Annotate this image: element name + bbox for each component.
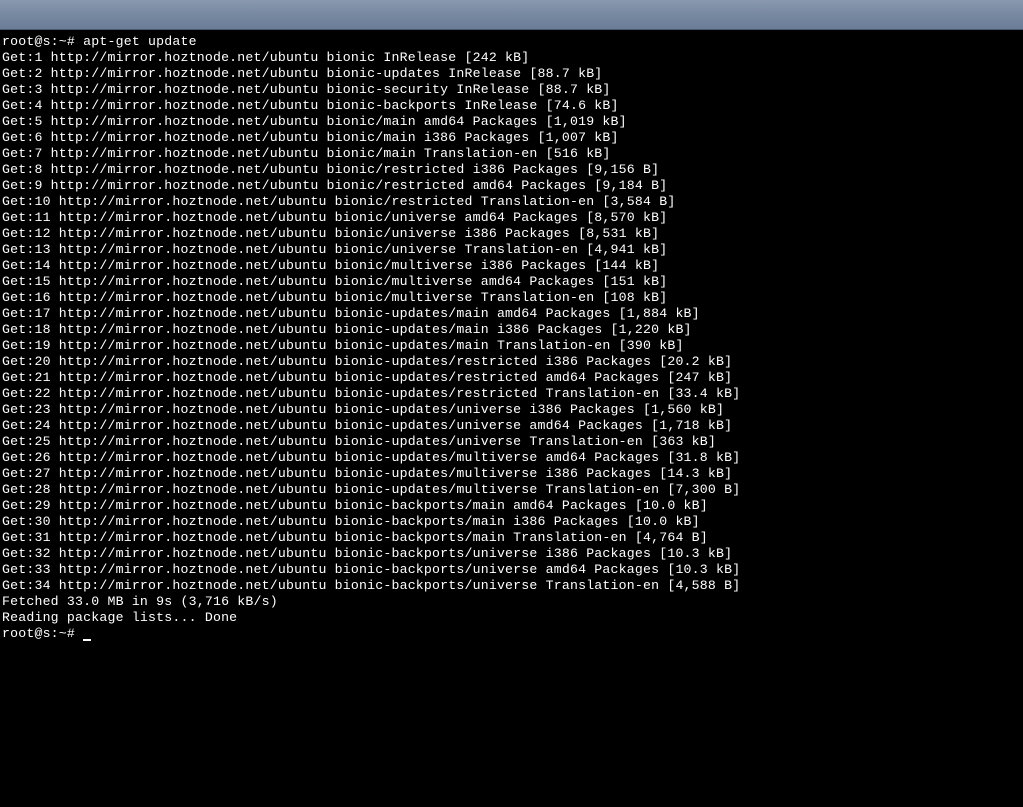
- terminal-output-line: Get:1 http://mirror.hoztnode.net/ubuntu …: [2, 50, 1021, 66]
- terminal-output-line: Get:34 http://mirror.hoztnode.net/ubuntu…: [2, 578, 1021, 594]
- terminal-output-line: Get:24 http://mirror.hoztnode.net/ubuntu…: [2, 418, 1021, 434]
- terminal-output-line: Get:32 http://mirror.hoztnode.net/ubuntu…: [2, 546, 1021, 562]
- terminal-output-line: Get:13 http://mirror.hoztnode.net/ubuntu…: [2, 242, 1021, 258]
- terminal-output-line: Get:14 http://mirror.hoztnode.net/ubuntu…: [2, 258, 1021, 274]
- terminal-area[interactable]: root@s:~# apt-get updateGet:1 http://mir…: [0, 30, 1023, 807]
- terminal-output-line: Get:20 http://mirror.hoztnode.net/ubuntu…: [2, 354, 1021, 370]
- terminal-output-line: Get:17 http://mirror.hoztnode.net/ubuntu…: [2, 306, 1021, 322]
- terminal-output-line: Get:15 http://mirror.hoztnode.net/ubuntu…: [2, 274, 1021, 290]
- shell-prompt: root@s:~#: [2, 626, 83, 641]
- terminal-output-line: Get:9 http://mirror.hoztnode.net/ubuntu …: [2, 178, 1021, 194]
- terminal-output-line: Get:4 http://mirror.hoztnode.net/ubuntu …: [2, 98, 1021, 114]
- command-text: apt-get update: [83, 34, 197, 49]
- terminal-output-line: Get:33 http://mirror.hoztnode.net/ubuntu…: [2, 562, 1021, 578]
- terminal-output-line: Get:7 http://mirror.hoztnode.net/ubuntu …: [2, 146, 1021, 162]
- terminal-output-line: Fetched 33.0 MB in 9s (3,716 kB/s): [2, 594, 1021, 610]
- terminal-output-line: Get:27 http://mirror.hoztnode.net/ubuntu…: [2, 466, 1021, 482]
- terminal-output-line: Get:8 http://mirror.hoztnode.net/ubuntu …: [2, 162, 1021, 178]
- command-line: root@s:~# apt-get update: [2, 34, 1021, 50]
- terminal-output-line: Get:6 http://mirror.hoztnode.net/ubuntu …: [2, 130, 1021, 146]
- terminal-output-line: Get:16 http://mirror.hoztnode.net/ubuntu…: [2, 290, 1021, 306]
- terminal-output-line: Get:29 http://mirror.hoztnode.net/ubuntu…: [2, 498, 1021, 514]
- terminal-output-line: Get:11 http://mirror.hoztnode.net/ubuntu…: [2, 210, 1021, 226]
- terminal-output-line: Get:18 http://mirror.hoztnode.net/ubuntu…: [2, 322, 1021, 338]
- terminal-output-line: Get:5 http://mirror.hoztnode.net/ubuntu …: [2, 114, 1021, 130]
- terminal-output-line: Reading package lists... Done: [2, 610, 1021, 626]
- terminal-output-line: Get:3 http://mirror.hoztnode.net/ubuntu …: [2, 82, 1021, 98]
- window-titlebar[interactable]: [0, 0, 1023, 30]
- current-prompt-line: root@s:~#: [2, 626, 1021, 642]
- terminal-output-line: Get:21 http://mirror.hoztnode.net/ubuntu…: [2, 370, 1021, 386]
- terminal-output-line: Get:31 http://mirror.hoztnode.net/ubuntu…: [2, 530, 1021, 546]
- terminal-output-line: Get:30 http://mirror.hoztnode.net/ubuntu…: [2, 514, 1021, 530]
- terminal-output-line: Get:28 http://mirror.hoztnode.net/ubuntu…: [2, 482, 1021, 498]
- terminal-output-line: Get:10 http://mirror.hoztnode.net/ubuntu…: [2, 194, 1021, 210]
- terminal-output-line: Get:12 http://mirror.hoztnode.net/ubuntu…: [2, 226, 1021, 242]
- terminal-output-line: Get:22 http://mirror.hoztnode.net/ubuntu…: [2, 386, 1021, 402]
- terminal-output-line: Get:2 http://mirror.hoztnode.net/ubuntu …: [2, 66, 1021, 82]
- shell-prompt: root@s:~#: [2, 34, 83, 49]
- terminal-output-line: Get:19 http://mirror.hoztnode.net/ubuntu…: [2, 338, 1021, 354]
- terminal-output-line: Get:26 http://mirror.hoztnode.net/ubuntu…: [2, 450, 1021, 466]
- cursor: [83, 639, 91, 641]
- terminal-output-line: Get:25 http://mirror.hoztnode.net/ubuntu…: [2, 434, 1021, 450]
- terminal-output-line: Get:23 http://mirror.hoztnode.net/ubuntu…: [2, 402, 1021, 418]
